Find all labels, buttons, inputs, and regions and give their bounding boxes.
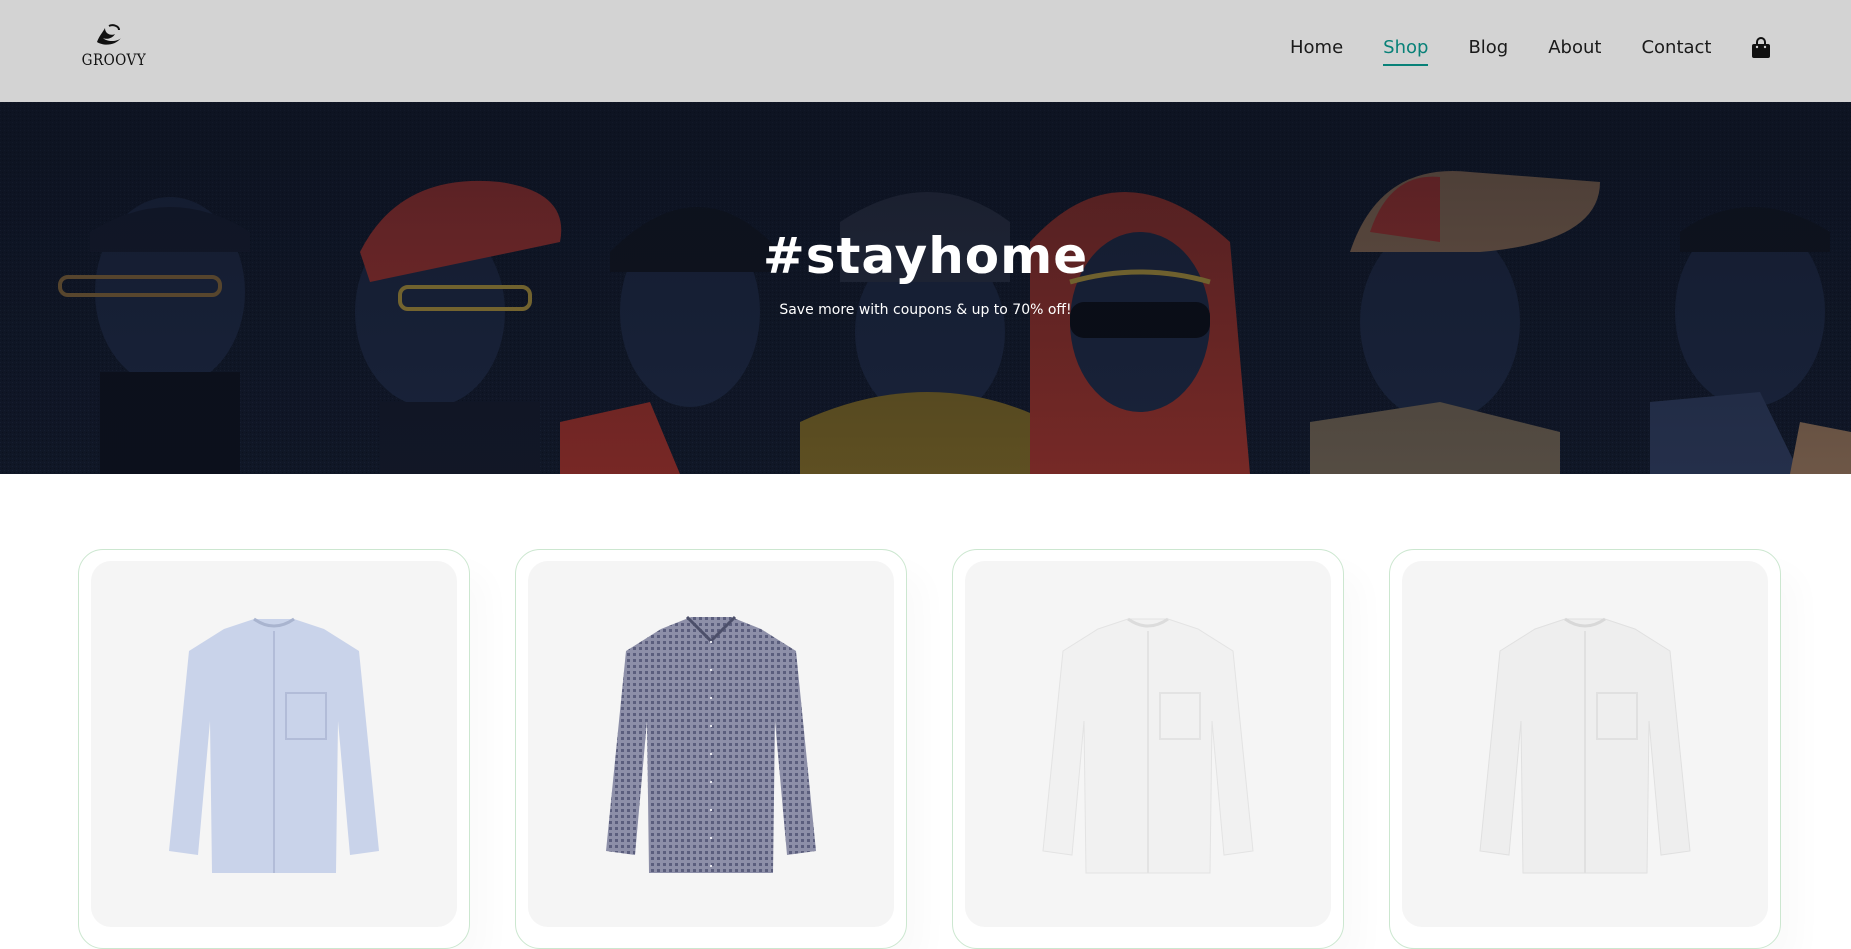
shopping-bag-icon xyxy=(1752,37,1771,58)
shirt-image-icon xyxy=(169,617,379,873)
product-image[interactable] xyxy=(1402,561,1768,927)
shirt-image-icon xyxy=(606,615,816,873)
nav-shop[interactable]: Shop xyxy=(1383,36,1429,66)
product-image[interactable] xyxy=(91,561,457,927)
product-card[interactable] xyxy=(1389,549,1781,949)
hero-banner: #stayhome Save more with coupons & up to… xyxy=(0,102,1851,474)
brand-name: GROOVY xyxy=(81,50,147,69)
shirt-image-icon xyxy=(1042,617,1254,874)
cart-button[interactable] xyxy=(1751,37,1771,59)
product-image[interactable] xyxy=(528,561,894,927)
nav-about[interactable]: About xyxy=(1548,36,1601,60)
product-image[interactable] xyxy=(965,561,1331,927)
product-card[interactable] xyxy=(515,549,907,949)
product-card[interactable] xyxy=(952,549,1344,949)
product-grid xyxy=(78,549,1782,949)
nav-home[interactable]: Home xyxy=(1290,36,1343,60)
brand-logo[interactable]: GROOVY xyxy=(77,22,147,74)
main-nav: Home Shop Blog About Contact xyxy=(1290,36,1771,66)
swirl-logo-icon xyxy=(97,24,121,45)
shirt-image-icon xyxy=(1479,617,1691,874)
nav-contact[interactable]: Contact xyxy=(1641,36,1711,60)
hero-title: #stayhome xyxy=(762,227,1089,285)
nav-blog[interactable]: Blog xyxy=(1468,36,1508,60)
product-card[interactable] xyxy=(78,549,470,949)
site-header: GROOVY Home Shop Blog About Contact xyxy=(0,0,1851,102)
hero-overlay xyxy=(0,102,1851,474)
hero-subtitle: Save more with coupons & up to 70% off! xyxy=(779,302,1072,318)
